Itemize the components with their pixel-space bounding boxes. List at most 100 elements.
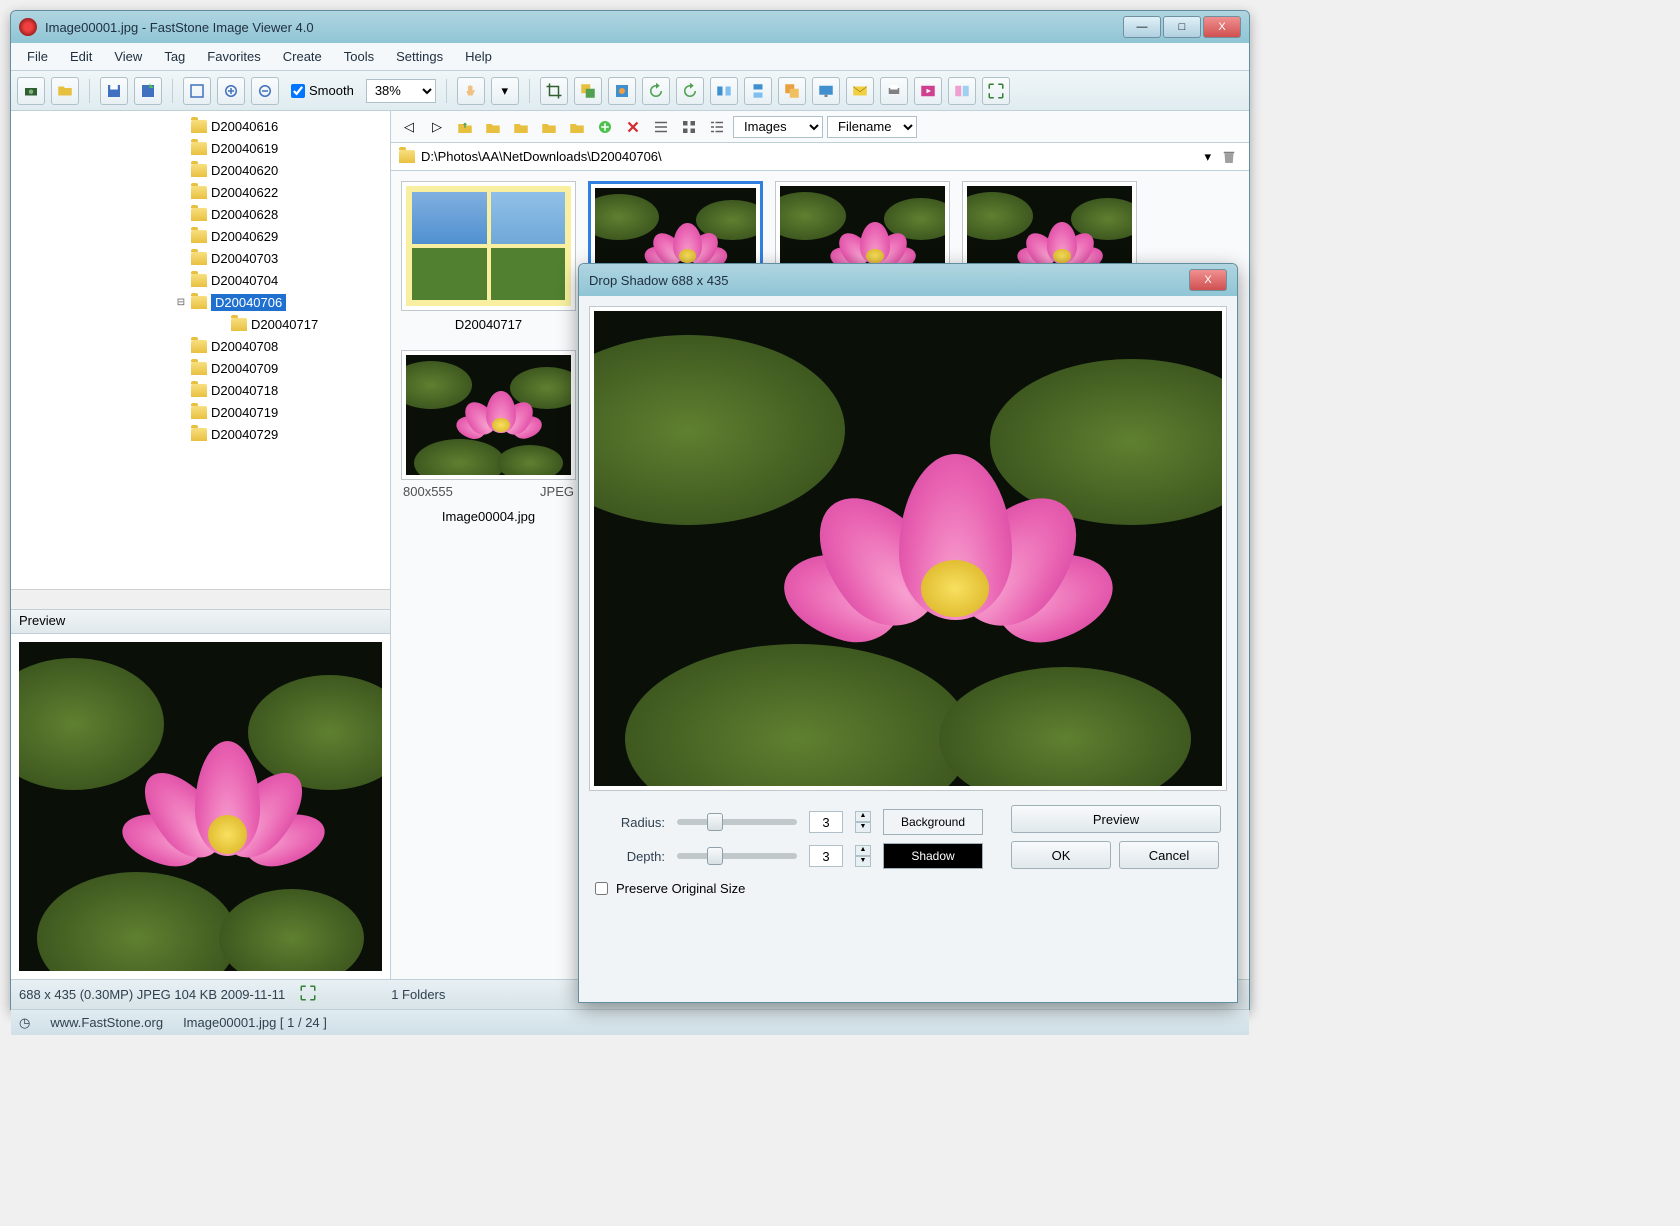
menu-edit[interactable]: Edit [60,45,102,68]
nav-folder1-icon[interactable] [509,115,533,139]
flip-v-icon[interactable] [744,77,772,105]
tree-item-D20040628[interactable]: D20040628 [15,203,386,225]
rotate-left-icon[interactable] [642,77,670,105]
canvas-icon[interactable] [608,77,636,105]
tree-item-D20040709[interactable]: D20040709 [15,357,386,379]
preserve-checkbox[interactable] [595,882,608,895]
nav-new-icon[interactable] [593,115,617,139]
save-icon[interactable] [100,77,128,105]
smooth-checkbox[interactable] [291,84,305,98]
tree-item-D20040704[interactable]: D20040704 [15,269,386,291]
cancel-button[interactable]: Cancel [1119,841,1219,869]
tree-item-D20040620[interactable]: D20040620 [15,159,386,181]
zoom-fit-icon[interactable] [183,77,211,105]
nav-up-icon[interactable] [453,115,477,139]
ok-button[interactable]: OK [1011,841,1111,869]
fullscreen-icon[interactable] [982,77,1010,105]
preview-image-area[interactable] [11,634,390,979]
dialog-close-button[interactable]: X [1189,269,1227,291]
menu-tag[interactable]: Tag [154,45,195,68]
save-as-icon[interactable] [134,77,162,105]
preview-button[interactable]: Preview [1011,805,1221,833]
tree-item-D20040718[interactable]: D20040718 [15,379,386,401]
tree-item-D20040729[interactable]: D20040729 [15,423,386,445]
email-icon[interactable] [846,77,874,105]
thumbnail-card[interactable]: D20040717 [401,181,576,338]
menu-file[interactable]: File [17,45,58,68]
zoom-select[interactable]: 38% [366,79,436,103]
tree-scrollbar[interactable] [11,589,390,609]
menu-view[interactable]: View [104,45,152,68]
tree-item-D20040616[interactable]: D20040616 [15,115,386,137]
tree-item-D20040622[interactable]: D20040622 [15,181,386,203]
depth-up-icon[interactable]: ▲ [855,845,871,856]
thumbnail-frame[interactable] [401,350,576,480]
rotate-right-icon[interactable] [676,77,704,105]
folder-tree[interactable]: D20040616D20040619D20040620D20040622D200… [11,111,390,589]
thumbnail-frame[interactable] [401,181,576,311]
radius-slider[interactable] [677,819,797,825]
dropdown-icon[interactable]: ▾ [491,77,519,105]
acquire-icon[interactable] [17,77,45,105]
status-fullscreen-icon[interactable] [299,984,317,1005]
nav-refresh-icon[interactable] [481,115,505,139]
thumb-filename: D20040717 [401,311,576,338]
menu-help[interactable]: Help [455,45,502,68]
hand-icon[interactable] [457,77,485,105]
nav-delete-icon[interactable] [621,115,645,139]
resize-icon[interactable] [574,77,602,105]
nav-forward-icon[interactable]: ▷ [425,115,449,139]
path-text[interactable]: D:\Photos\AA\NetDownloads\D20040706\ [421,149,1198,164]
menu-create[interactable]: Create [273,45,332,68]
sort-select[interactable]: Filename [827,116,917,138]
close-button[interactable]: X [1203,16,1241,38]
filter-select[interactable]: Images [733,116,823,138]
tree-item-D20040708[interactable]: D20040708 [15,335,386,357]
depth-slider[interactable] [677,853,797,859]
tree-item-D20040629[interactable]: D20040629 [15,225,386,247]
tree-item-D20040619[interactable]: D20040619 [15,137,386,159]
zoom-out-icon[interactable] [251,77,279,105]
nav-folder3-icon[interactable] [565,115,589,139]
open-icon[interactable] [51,77,79,105]
path-dropdown-icon[interactable]: ▾ [1204,149,1211,165]
maximize-button[interactable]: □ [1163,16,1201,38]
radius-up-icon[interactable]: ▲ [855,811,871,822]
wallpaper-icon[interactable] [812,77,840,105]
zoom-in-icon[interactable] [217,77,245,105]
title-bar[interactable]: Image00001.jpg - FastStone Image Viewer … [11,11,1249,43]
print-icon[interactable] [880,77,908,105]
status-site[interactable]: www.FastStone.org [50,1015,163,1030]
path-folder-icon [399,150,415,163]
compare-icon[interactable] [948,77,976,105]
window-title: Image00001.jpg - FastStone Image Viewer … [45,20,1123,35]
view-thumbs-icon[interactable] [677,115,701,139]
tree-item-D20040706[interactable]: ⊟D20040706 [15,291,386,313]
tree-item-D20040717[interactable]: D20040717 [15,313,386,335]
tree-item-D20040703[interactable]: D20040703 [15,247,386,269]
view-details-icon[interactable] [705,115,729,139]
radius-down-icon[interactable]: ▼ [855,822,871,833]
clone-icon[interactable] [778,77,806,105]
dialog-title-bar[interactable]: Drop Shadow 688 x 435 X [579,264,1237,296]
radius-input[interactable] [809,811,843,833]
nav-folder2-icon[interactable] [537,115,561,139]
thumbnail-card[interactable]: 800x555JPEGImage00004.jpg [401,350,576,530]
status-clock-icon[interactable]: ◷ [19,1015,30,1031]
menu-settings[interactable]: Settings [386,45,453,68]
nav-back-icon[interactable]: ◁ [397,115,421,139]
menu-tools[interactable]: Tools [334,45,384,68]
background-color-button[interactable]: Background [883,809,983,835]
shadow-color-button[interactable]: Shadow [883,843,983,869]
slideshow-icon[interactable] [914,77,942,105]
folder-icon [191,186,207,199]
minimize-button[interactable]: — [1123,16,1161,38]
flip-h-icon[interactable] [710,77,738,105]
menu-favorites[interactable]: Favorites [197,45,270,68]
view-list-icon[interactable] [649,115,673,139]
path-trash-icon[interactable] [1217,145,1241,169]
tree-item-D20040719[interactable]: D20040719 [15,401,386,423]
crop-icon[interactable] [540,77,568,105]
depth-input[interactable] [809,845,843,867]
depth-down-icon[interactable]: ▼ [855,856,871,867]
